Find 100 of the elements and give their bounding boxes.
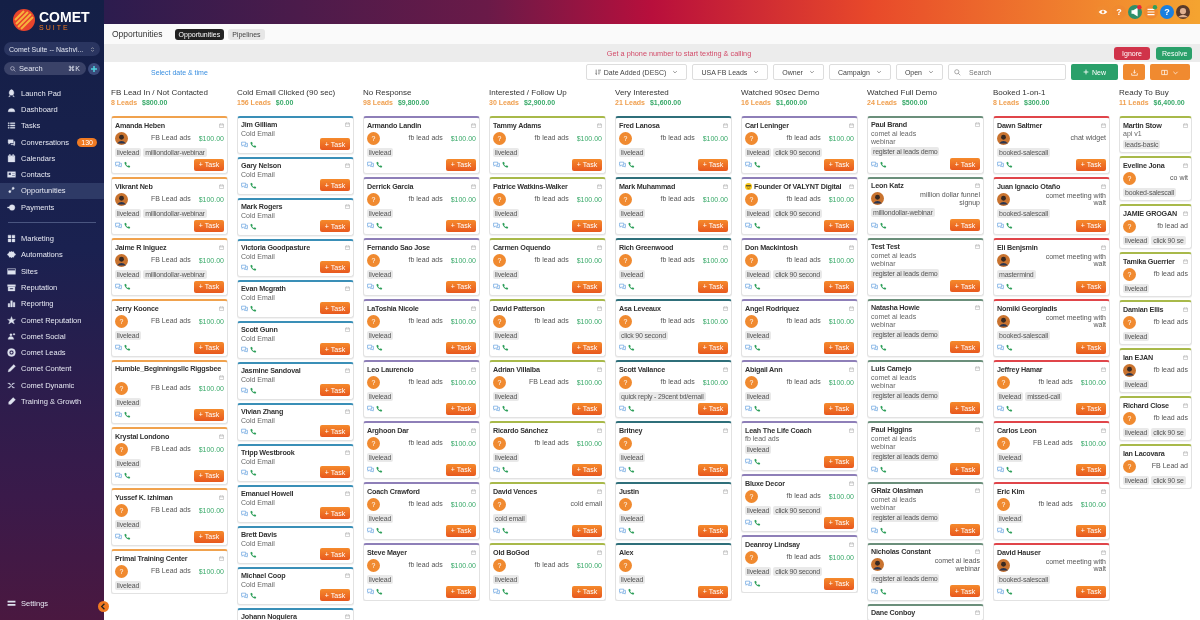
phone-icon[interactable] <box>502 466 509 473</box>
phone-icon[interactable] <box>1006 222 1013 229</box>
calendar-icon[interactable] <box>723 549 728 555</box>
chat-icon[interactable] <box>871 404 878 412</box>
megaphone-icon[interactable] <box>1128 5 1142 19</box>
calendar-icon[interactable] <box>975 610 980 616</box>
chat-icon[interactable] <box>745 283 752 290</box>
calendar-icon[interactable] <box>345 409 350 415</box>
chat-icon[interactable] <box>493 161 500 168</box>
phone-icon[interactable] <box>754 283 761 290</box>
calendar-icon[interactable] <box>723 305 728 311</box>
calendar-icon[interactable] <box>723 427 728 433</box>
phone-icon[interactable] <box>1006 588 1013 595</box>
phone-icon[interactable] <box>628 466 635 473</box>
phone-icon[interactable] <box>754 405 761 412</box>
calendar-icon[interactable] <box>597 488 602 494</box>
phone-icon[interactable] <box>1006 161 1013 168</box>
phone-icon[interactable] <box>376 222 383 229</box>
chat-icon[interactable] <box>241 509 248 517</box>
phone-icon[interactable] <box>1006 466 1013 473</box>
chat-icon[interactable] <box>745 161 752 168</box>
chat-icon[interactable] <box>367 588 374 595</box>
chat-icon[interactable] <box>871 282 878 290</box>
phone-icon[interactable] <box>124 161 131 168</box>
chat-icon[interactable] <box>871 526 878 534</box>
phone-icon[interactable] <box>124 411 131 418</box>
phone-icon[interactable] <box>124 283 131 290</box>
chat-icon[interactable] <box>241 304 248 312</box>
phone-icon[interactable] <box>754 344 761 351</box>
chat-icon[interactable] <box>619 527 626 534</box>
chat-icon[interactable] <box>115 222 122 229</box>
calendar-icon[interactable] <box>1101 122 1106 128</box>
phone-icon[interactable] <box>1006 405 1013 412</box>
calendar-icon[interactable] <box>849 366 854 372</box>
phone-icon[interactable] <box>124 533 131 540</box>
calendar-icon[interactable] <box>723 244 728 250</box>
phone-icon[interactable] <box>880 526 887 534</box>
chat-icon[interactable] <box>367 466 374 473</box>
phone-icon[interactable] <box>628 283 635 290</box>
phone-icon[interactable] <box>880 282 887 290</box>
calendar-icon[interactable] <box>471 427 476 433</box>
chat-icon[interactable] <box>619 588 626 595</box>
phone-icon[interactable] <box>250 263 257 271</box>
chat-icon[interactable] <box>493 588 500 595</box>
phone-icon[interactable] <box>376 283 383 290</box>
chat-icon[interactable] <box>115 283 122 290</box>
chat-icon[interactable] <box>745 222 752 229</box>
calendar-icon[interactable] <box>219 244 224 250</box>
calendar-icon[interactable] <box>1183 450 1188 456</box>
chat-icon[interactable] <box>997 588 1004 595</box>
chat-icon[interactable] <box>493 222 500 229</box>
calendar-icon[interactable] <box>345 532 350 538</box>
calendar-icon[interactable] <box>345 491 350 497</box>
calendar-icon[interactable] <box>1183 210 1188 216</box>
calendar-icon[interactable] <box>1183 354 1188 360</box>
chat-icon[interactable] <box>493 527 500 534</box>
chat-icon[interactable] <box>997 466 1004 473</box>
phone-icon[interactable] <box>628 222 635 229</box>
calendar-icon[interactable] <box>849 305 854 311</box>
calendar-icon[interactable] <box>345 573 350 579</box>
phone-icon[interactable] <box>502 588 509 595</box>
calendar-icon[interactable] <box>1101 549 1106 555</box>
phone-icon[interactable] <box>880 221 887 229</box>
calendar-icon[interactable] <box>975 183 980 189</box>
chat-icon[interactable] <box>241 468 248 476</box>
phone-icon[interactable] <box>628 527 635 534</box>
chat-icon[interactable] <box>745 344 752 351</box>
phone-icon[interactable] <box>628 588 635 595</box>
phone-icon[interactable] <box>250 345 257 353</box>
calendar-icon[interactable] <box>1101 305 1106 311</box>
calendar-icon[interactable] <box>1183 122 1188 128</box>
list-icon[interactable] <box>1144 5 1158 19</box>
chat-icon[interactable] <box>997 405 1004 412</box>
calendar-icon[interactable] <box>597 305 602 311</box>
calendar-icon[interactable] <box>597 244 602 250</box>
chat-icon[interactable] <box>241 550 248 558</box>
chat-icon[interactable] <box>241 181 248 189</box>
calendar-icon[interactable] <box>471 305 476 311</box>
calendar-icon[interactable] <box>849 427 854 433</box>
calendar-icon[interactable] <box>345 286 350 292</box>
chat-icon[interactable] <box>115 344 122 351</box>
calendar-icon[interactable] <box>345 245 350 251</box>
phone-icon[interactable] <box>376 405 383 412</box>
chat-icon[interactable] <box>619 161 626 168</box>
chat-icon[interactable] <box>493 283 500 290</box>
calendar-icon[interactable] <box>597 427 602 433</box>
calendar-icon[interactable] <box>849 541 854 547</box>
calendar-icon[interactable] <box>597 183 602 189</box>
avatar-icon[interactable] <box>1176 5 1190 19</box>
chat-icon[interactable] <box>997 222 1004 229</box>
calendar-icon[interactable] <box>471 183 476 189</box>
chat-icon[interactable] <box>745 458 752 465</box>
phone-icon[interactable] <box>250 140 257 148</box>
calendar-icon[interactable] <box>975 244 980 250</box>
collapse-icon[interactable] <box>98 601 109 612</box>
calendar-icon[interactable] <box>345 163 350 169</box>
calendar-icon[interactable] <box>1101 488 1106 494</box>
chat-icon[interactable] <box>115 533 122 540</box>
help-button[interactable]: ? <box>1160 5 1174 19</box>
calendar-icon[interactable] <box>1101 366 1106 372</box>
